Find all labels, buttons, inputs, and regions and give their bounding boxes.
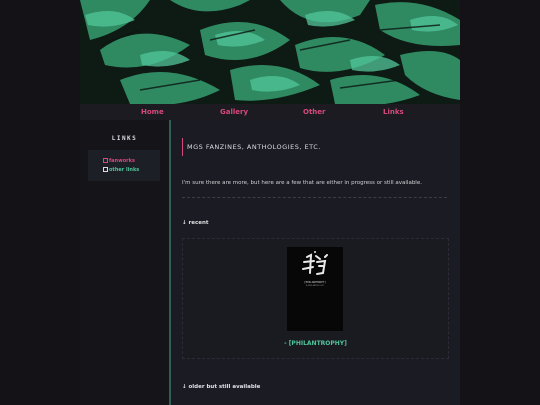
- sidebar-link-label: other links: [109, 167, 140, 173]
- sidebar-links-box: fanworks other links: [88, 150, 160, 181]
- intro-text: I'm sure there are more, but here are a …: [182, 180, 422, 186]
- checkbox-icon: [103, 167, 108, 172]
- nav-link-gallery[interactable]: Gallery: [220, 108, 248, 116]
- sidebar-link-other-links[interactable]: other links: [103, 167, 140, 173]
- leaf-pattern-image: [80, 0, 460, 104]
- zine-cover-image[interactable]: [PHILANTHROPY] A MGS ANTHOLOGY: [287, 247, 343, 331]
- checkbox-icon: [103, 158, 108, 163]
- section-heading-older: ↓ older but still available: [182, 384, 261, 390]
- sidebar-title: LINKS: [111, 135, 138, 142]
- page-container: Home Gallery Other Links LINKS fanworks …: [80, 0, 460, 405]
- calligraphy-glyph-icon: [302, 251, 328, 275]
- sidebar-link-label: fanworks: [109, 158, 135, 164]
- recent-item-card: [PHILANTHROPY] A MGS ANTHOLOGY - [PHILAN…: [182, 238, 449, 359]
- nav-link-home[interactable]: Home: [141, 108, 164, 116]
- sidebar: LINKS fanworks other links: [80, 120, 169, 405]
- section-heading-recent: ↓ recent: [182, 220, 209, 226]
- cover-title: [PHILANTHROPY]: [304, 281, 326, 284]
- main-navigation: Home Gallery Other Links: [80, 104, 460, 120]
- main-content: MGS FANZINES, ANTHOLOGIES, ETC. I'm sure…: [171, 120, 460, 405]
- recent-item-link[interactable]: - [PHILANTROPHY]: [183, 340, 448, 347]
- sidebar-link-fanworks[interactable]: fanworks: [103, 158, 135, 164]
- page-title: MGS FANZINES, ANTHOLOGIES, ETC.: [182, 138, 321, 156]
- nav-link-links[interactable]: Links: [383, 108, 404, 116]
- nav-link-other[interactable]: Other: [303, 108, 325, 116]
- dashed-divider: [182, 197, 447, 198]
- cover-subtitle: A MGS ANTHOLOGY: [306, 285, 324, 287]
- header-banner-monstera-leaves: [80, 0, 460, 104]
